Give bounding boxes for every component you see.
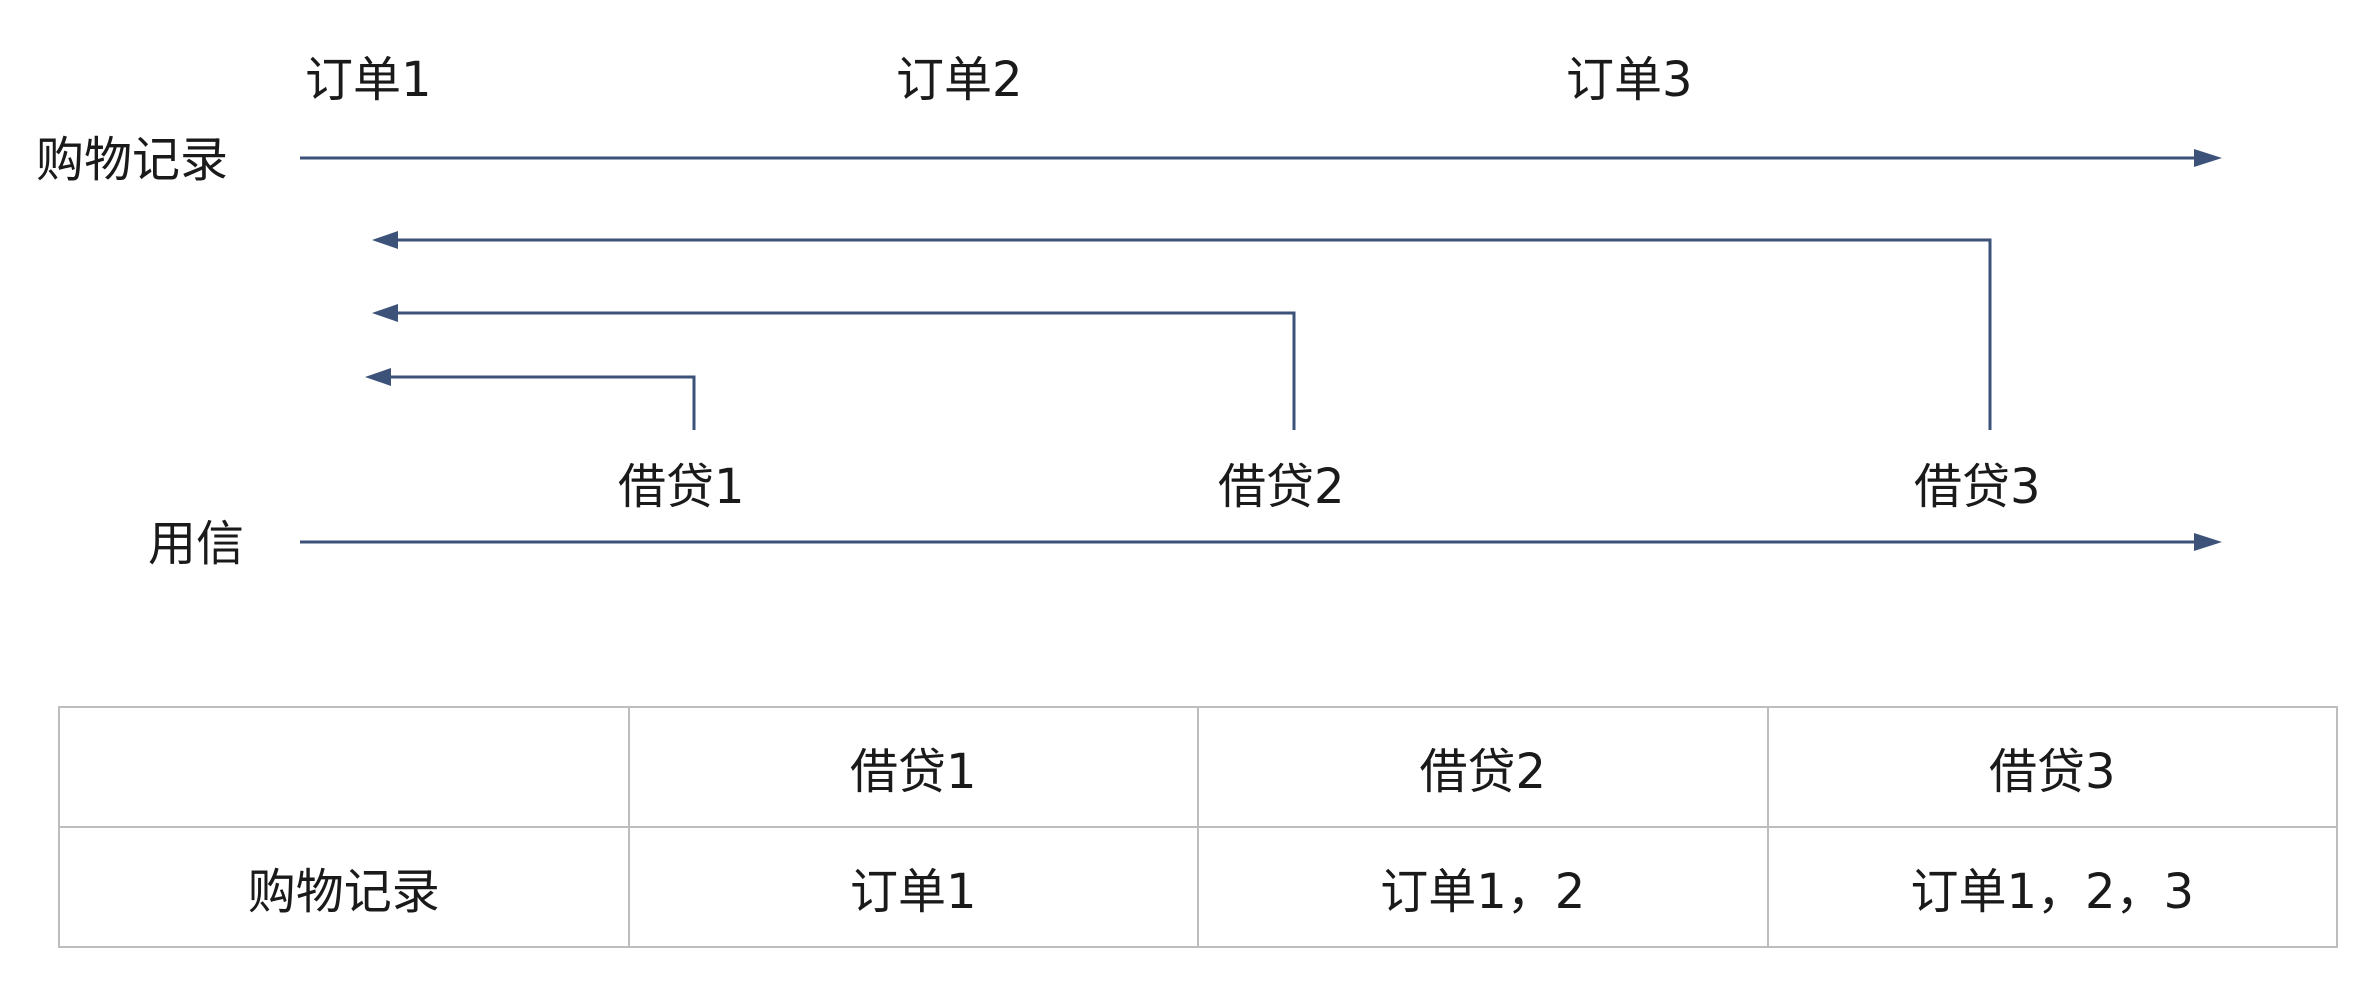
shopping-timeline-arrowhead xyxy=(2194,149,2222,167)
loan-label-2: 借贷2 xyxy=(1218,459,1345,515)
order-label-1: 订单1 xyxy=(305,52,432,108)
table-header-row: 借贷1 借贷2 借贷3 xyxy=(58,706,2338,828)
loan1-lookback-arrowhead xyxy=(365,368,391,386)
shopping-record-label: 购物记录 xyxy=(36,132,229,188)
table-cell: 订单1 xyxy=(627,826,1199,948)
loan3-lookback-connector xyxy=(395,238,1992,430)
loan-label-3: 借贷3 xyxy=(1914,459,2041,515)
table-header-cell: 借贷2 xyxy=(1197,706,1769,828)
table-header-empty-cell xyxy=(58,706,630,828)
credit-label: 用信 xyxy=(148,516,245,572)
order-label-2: 订单2 xyxy=(896,52,1023,108)
credit-timeline-arrowhead xyxy=(2194,533,2222,551)
table-cell: 订单1，2，3 xyxy=(1766,826,2338,948)
loan2-lookback-arrowhead xyxy=(372,304,398,322)
loan1-lookback-connector xyxy=(388,375,696,430)
table-header-cell: 借贷1 xyxy=(627,706,1199,828)
loan2-lookback-connector xyxy=(395,311,1296,430)
table-cell: 订单1，2 xyxy=(1197,826,1769,948)
loan-label-1: 借贷1 xyxy=(618,459,745,515)
table-header-cell: 借贷3 xyxy=(1766,706,2338,828)
table-row: 购物记录 订单1 订单1，2 订单1，2，3 xyxy=(58,826,2338,948)
table-row-label-cell: 购物记录 xyxy=(58,826,630,948)
order-label-3: 订单3 xyxy=(1566,52,1693,108)
loan-order-mapping-table: 借贷1 借贷2 借贷3 购物记录 订单1 订单1，2 订单1，2，3 xyxy=(58,706,2338,948)
loan3-lookback-arrowhead xyxy=(372,231,398,249)
